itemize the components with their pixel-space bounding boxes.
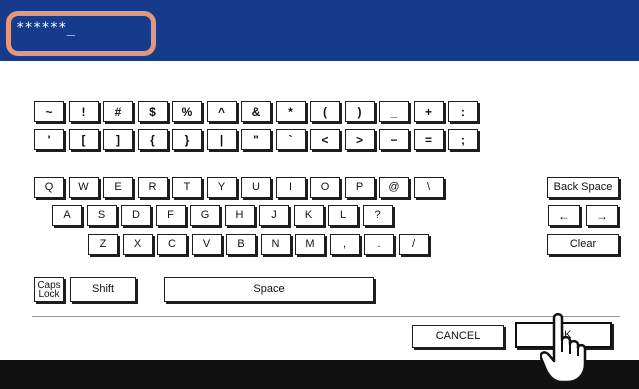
key-2-9[interactable]: P	[344, 177, 375, 198]
key-1-5[interactable]: |	[206, 129, 237, 150]
key-3-5[interactable]: H	[224, 205, 255, 226]
key-4-1[interactable]: X	[122, 234, 153, 255]
shift-button[interactable]: Shift	[70, 277, 136, 302]
key-1-1[interactable]: [	[68, 129, 99, 150]
key-0-7[interactable]: *	[275, 101, 306, 122]
caps-lock-button[interactable]: Caps Lock	[34, 277, 64, 302]
field-highlight-marker	[6, 11, 156, 56]
key-3-3[interactable]: F	[155, 205, 186, 226]
key-1-6[interactable]: "	[241, 129, 271, 150]
key-0-6[interactable]: &	[241, 101, 271, 122]
key-2-10[interactable]: @	[379, 177, 409, 198]
key-1-7[interactable]: `	[275, 129, 306, 150]
key-4-4[interactable]: B	[226, 234, 256, 255]
key-3-2[interactable]: D	[121, 205, 151, 226]
key-0-4[interactable]: %	[172, 101, 202, 122]
key-0-10[interactable]: _	[379, 101, 409, 122]
key-4-2[interactable]: C	[157, 234, 187, 255]
key-2-3[interactable]: R	[137, 177, 168, 198]
key-1-8[interactable]: <	[310, 129, 340, 150]
key-4-8[interactable]: .	[364, 234, 394, 255]
key-3-8[interactable]: L	[328, 205, 358, 226]
space-button[interactable]: Space	[164, 277, 374, 302]
key-3-1[interactable]: S	[86, 205, 117, 226]
key-4-7[interactable]: ,	[329, 234, 360, 255]
key-1-11[interactable]: =	[413, 129, 444, 150]
key-1-4[interactable]: }	[172, 129, 202, 150]
key-1-2[interactable]: ]	[103, 129, 133, 150]
key-4-9[interactable]: /	[398, 234, 429, 255]
key-4-5[interactable]: N	[260, 234, 291, 255]
key-2-1[interactable]: W	[68, 177, 99, 198]
arrow-right-button[interactable]: →	[586, 205, 618, 226]
key-4-6[interactable]: M	[295, 234, 325, 255]
key-2-2[interactable]: E	[103, 177, 133, 198]
arrow-left-button[interactable]: ←	[548, 205, 580, 226]
key-2-11[interactable]: \	[413, 177, 444, 198]
divider	[32, 316, 620, 317]
hand-pointer-icon	[540, 313, 587, 384]
key-1-3[interactable]: {	[137, 129, 168, 150]
key-3-0[interactable]: A	[52, 205, 82, 226]
key-0-5[interactable]: ^	[206, 101, 237, 122]
key-3-7[interactable]: K	[293, 205, 324, 226]
key-2-8[interactable]: O	[310, 177, 340, 198]
key-2-0[interactable]: Q	[34, 177, 64, 198]
key-3-4[interactable]: G	[190, 205, 220, 226]
key-2-5[interactable]: Y	[206, 177, 237, 198]
key-3-6[interactable]: J	[259, 205, 289, 226]
key-1-0[interactable]: '	[34, 129, 64, 150]
key-1-12[interactable]: ;	[448, 129, 478, 150]
password-entry-screen: ******_ ~! # $% ^ & *() _ +: '[]{} | " ` < > − =; Q W E R T Y…	[0, 0, 639, 389]
key-0-3[interactable]: $	[137, 101, 168, 122]
key-0-11[interactable]: +	[413, 101, 444, 122]
key-0-0[interactable]: ~	[34, 101, 64, 122]
key-0-12[interactable]: :	[448, 101, 478, 122]
key-0-2[interactable]: #	[103, 101, 133, 122]
key-3-9[interactable]: ?	[362, 205, 393, 226]
key-2-6[interactable]: U	[241, 177, 271, 198]
backspace-button[interactable]: Back Space	[547, 177, 619, 198]
key-0-8[interactable]: (	[310, 101, 340, 122]
key-0-9[interactable]: )	[344, 101, 375, 122]
cancel-button[interactable]: CANCEL	[412, 325, 504, 348]
caps-label-line2: Lock	[38, 288, 60, 300]
key-1-10[interactable]: −	[379, 129, 409, 150]
clear-button[interactable]: Clear	[547, 234, 619, 255]
key-0-1[interactable]: !	[68, 101, 99, 122]
key-4-0[interactable]: Z	[88, 234, 118, 255]
key-2-4[interactable]: T	[172, 177, 202, 198]
key-2-7[interactable]: I	[275, 177, 306, 198]
key-4-3[interactable]: V	[191, 234, 222, 255]
key-1-9[interactable]: >	[344, 129, 375, 150]
